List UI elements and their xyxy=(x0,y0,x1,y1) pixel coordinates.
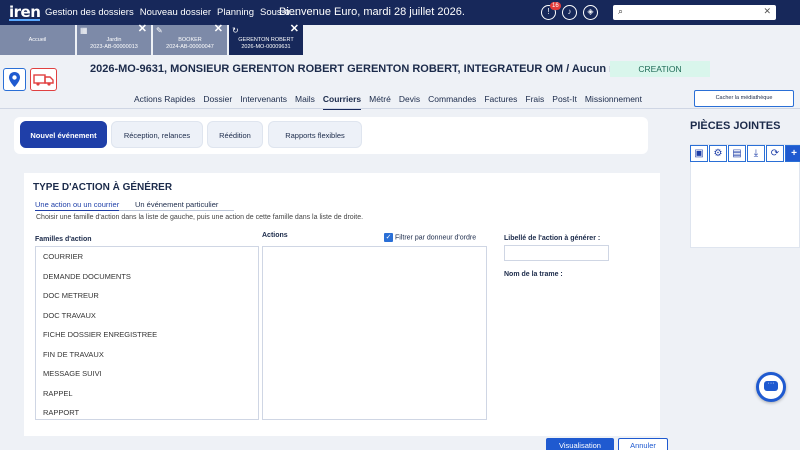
alert-badge: 16 xyxy=(550,2,561,10)
top-nav: Gestion des dossiers Nouveau dossier Pla… xyxy=(45,7,298,18)
tab-jardin[interactable]: ▦ ✕ Jardin 2023-AB-00000013 xyxy=(77,24,152,55)
refresh-icon: ↻ xyxy=(232,26,239,35)
wrench-icon: ✎ xyxy=(156,26,163,35)
calculator-icon: ▦ xyxy=(80,26,88,35)
event-type-tabs: Nouvel événement Réception, relances Réé… xyxy=(14,117,648,154)
attachments-toolbar: ▣ ⚙ ▤ ⤓ ⟳ + xyxy=(690,145,800,162)
welcome-message: Bienvenue Euro, mardi 28 juillet 2026. xyxy=(279,6,465,18)
chat-button[interactable]: ··· xyxy=(756,372,786,402)
instruction-text: Choisir une famille d'action dans la lis… xyxy=(36,214,364,221)
list-item[interactable]: DOC TRAVAUX xyxy=(36,306,258,326)
page-title: 2026-MO-9631, MONSIEUR GERENTON ROBERT G… xyxy=(90,63,651,75)
map-pin-icon xyxy=(9,72,20,87)
attachments-title: PIÈCES JOINTES xyxy=(690,120,781,132)
panel-title: TYPE D'ACTION À GÉNÉRER xyxy=(33,182,173,193)
tab-action-courrier[interactable]: Une action ou un courrier xyxy=(35,200,120,211)
action-panel: TYPE D'ACTION À GÉNÉRER Une action ou un… xyxy=(24,173,660,436)
tab-evenement-particulier[interactable]: Un événement particulier xyxy=(135,200,218,209)
gear-icon[interactable]: ⚙ xyxy=(709,145,727,162)
families-list[interactable]: COURRIER DEMANDE DOCUMENTS DOC METREUR D… xyxy=(35,246,259,420)
search-icon: ⌕ xyxy=(618,6,624,16)
hide-media-button[interactable]: Cacher la médiathèque xyxy=(694,90,794,107)
close-icon[interactable]: ✕ xyxy=(214,24,223,35)
add-icon[interactable]: + xyxy=(785,145,800,162)
image-icon[interactable]: ▣ xyxy=(690,145,708,162)
cancel-button[interactable]: Annuler xyxy=(618,438,668,450)
divider xyxy=(0,108,800,109)
tab-nouvel-evenement[interactable]: Nouvel événement xyxy=(20,121,107,148)
clear-search-icon[interactable]: ✕ xyxy=(763,6,771,17)
list-item[interactable]: MESSAGE SUIVI xyxy=(36,364,258,384)
families-label: Familles d'action xyxy=(35,236,92,243)
tab-reedition[interactable]: Réédition xyxy=(207,121,263,148)
close-icon[interactable]: ✕ xyxy=(138,24,147,35)
status-badge: CREATION xyxy=(610,61,710,77)
app-logo[interactable]: iren xyxy=(9,3,41,21)
checkmark-icon: ✓ xyxy=(384,233,393,242)
tab-gerenton-robert[interactable]: ↻ ✕ GERENTON ROBERT 2026-MO-00009631 xyxy=(229,24,304,55)
list-item[interactable]: RAPPEL xyxy=(36,384,258,404)
libelle-input[interactable] xyxy=(504,245,609,261)
search-bar[interactable]: ⌕ ✕ xyxy=(613,5,776,20)
tab-rapports-flexibles[interactable]: Rapports flexibles xyxy=(268,121,362,148)
tab-reception-relances[interactable]: Réception, relances xyxy=(111,121,203,148)
chat-bubble-icon: ··· xyxy=(764,380,778,391)
filter-label: Filtrer par donneur d'ordre xyxy=(395,234,477,242)
nav-planning[interactable]: Planning xyxy=(217,7,254,18)
visualisation-button[interactable]: Visualisation xyxy=(546,438,614,450)
libelle-label: Libellé de l'action à générer : xyxy=(504,235,601,242)
sync-icon[interactable]: ⟳ xyxy=(766,145,784,162)
tab-booker[interactable]: ✎ ✕ BOOKER 2024-AB-00000047 xyxy=(153,24,228,55)
location-button[interactable] xyxy=(3,68,26,91)
list-item[interactable]: DOC METREUR xyxy=(36,286,258,306)
list-item[interactable]: FICHE DOSSIER ENREGISTREE xyxy=(36,325,258,345)
list-item[interactable]: FIN DE TRAVAUX xyxy=(36,345,258,365)
document-tabs: Accueil ▦ ✕ Jardin 2023-AB-00000013 ✎ ✕ … xyxy=(0,24,800,55)
filter-checkbox[interactable]: ✓ Filtrer par donneur d'ordre xyxy=(384,233,476,242)
download-icon[interactable]: ⤓ xyxy=(747,145,765,162)
actions-list[interactable] xyxy=(262,246,487,420)
list-item[interactable]: DEMANDE DOCUMENTS xyxy=(36,267,258,287)
nav-nouveau-dossier[interactable]: Nouveau dossier xyxy=(140,7,211,18)
file-icon[interactable]: ▤ xyxy=(728,145,746,162)
tab-accueil[interactable]: Accueil xyxy=(0,25,76,55)
list-item[interactable]: COURRIER xyxy=(36,247,258,267)
bell-icon[interactable]: ♪ xyxy=(562,5,577,20)
cube-icon[interactable]: ◈ xyxy=(583,5,598,20)
nav-gestion-dossiers[interactable]: Gestion des dossiers xyxy=(45,7,134,18)
truck-icon xyxy=(33,74,54,86)
actions-label: Actions xyxy=(262,232,288,239)
vehicle-button[interactable] xyxy=(30,68,57,91)
list-item[interactable]: RAPPORT xyxy=(36,403,258,419)
top-bar: iren Gestion des dossiers Nouveau dossie… xyxy=(0,0,800,25)
close-icon[interactable]: ✕ xyxy=(290,24,299,35)
trame-label: Nom de la trame : xyxy=(504,271,563,278)
